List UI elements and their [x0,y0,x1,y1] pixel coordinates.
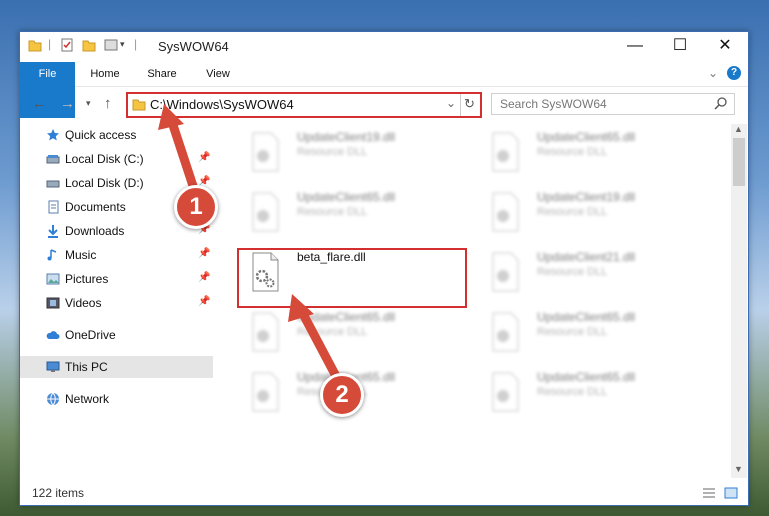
step-1-badge: 1 [174,185,218,229]
arrow-2 [288,294,343,385]
arrow-1 [158,104,200,197]
step-2-badge: 2 [320,373,364,417]
callout-arrows [158,104,343,385]
